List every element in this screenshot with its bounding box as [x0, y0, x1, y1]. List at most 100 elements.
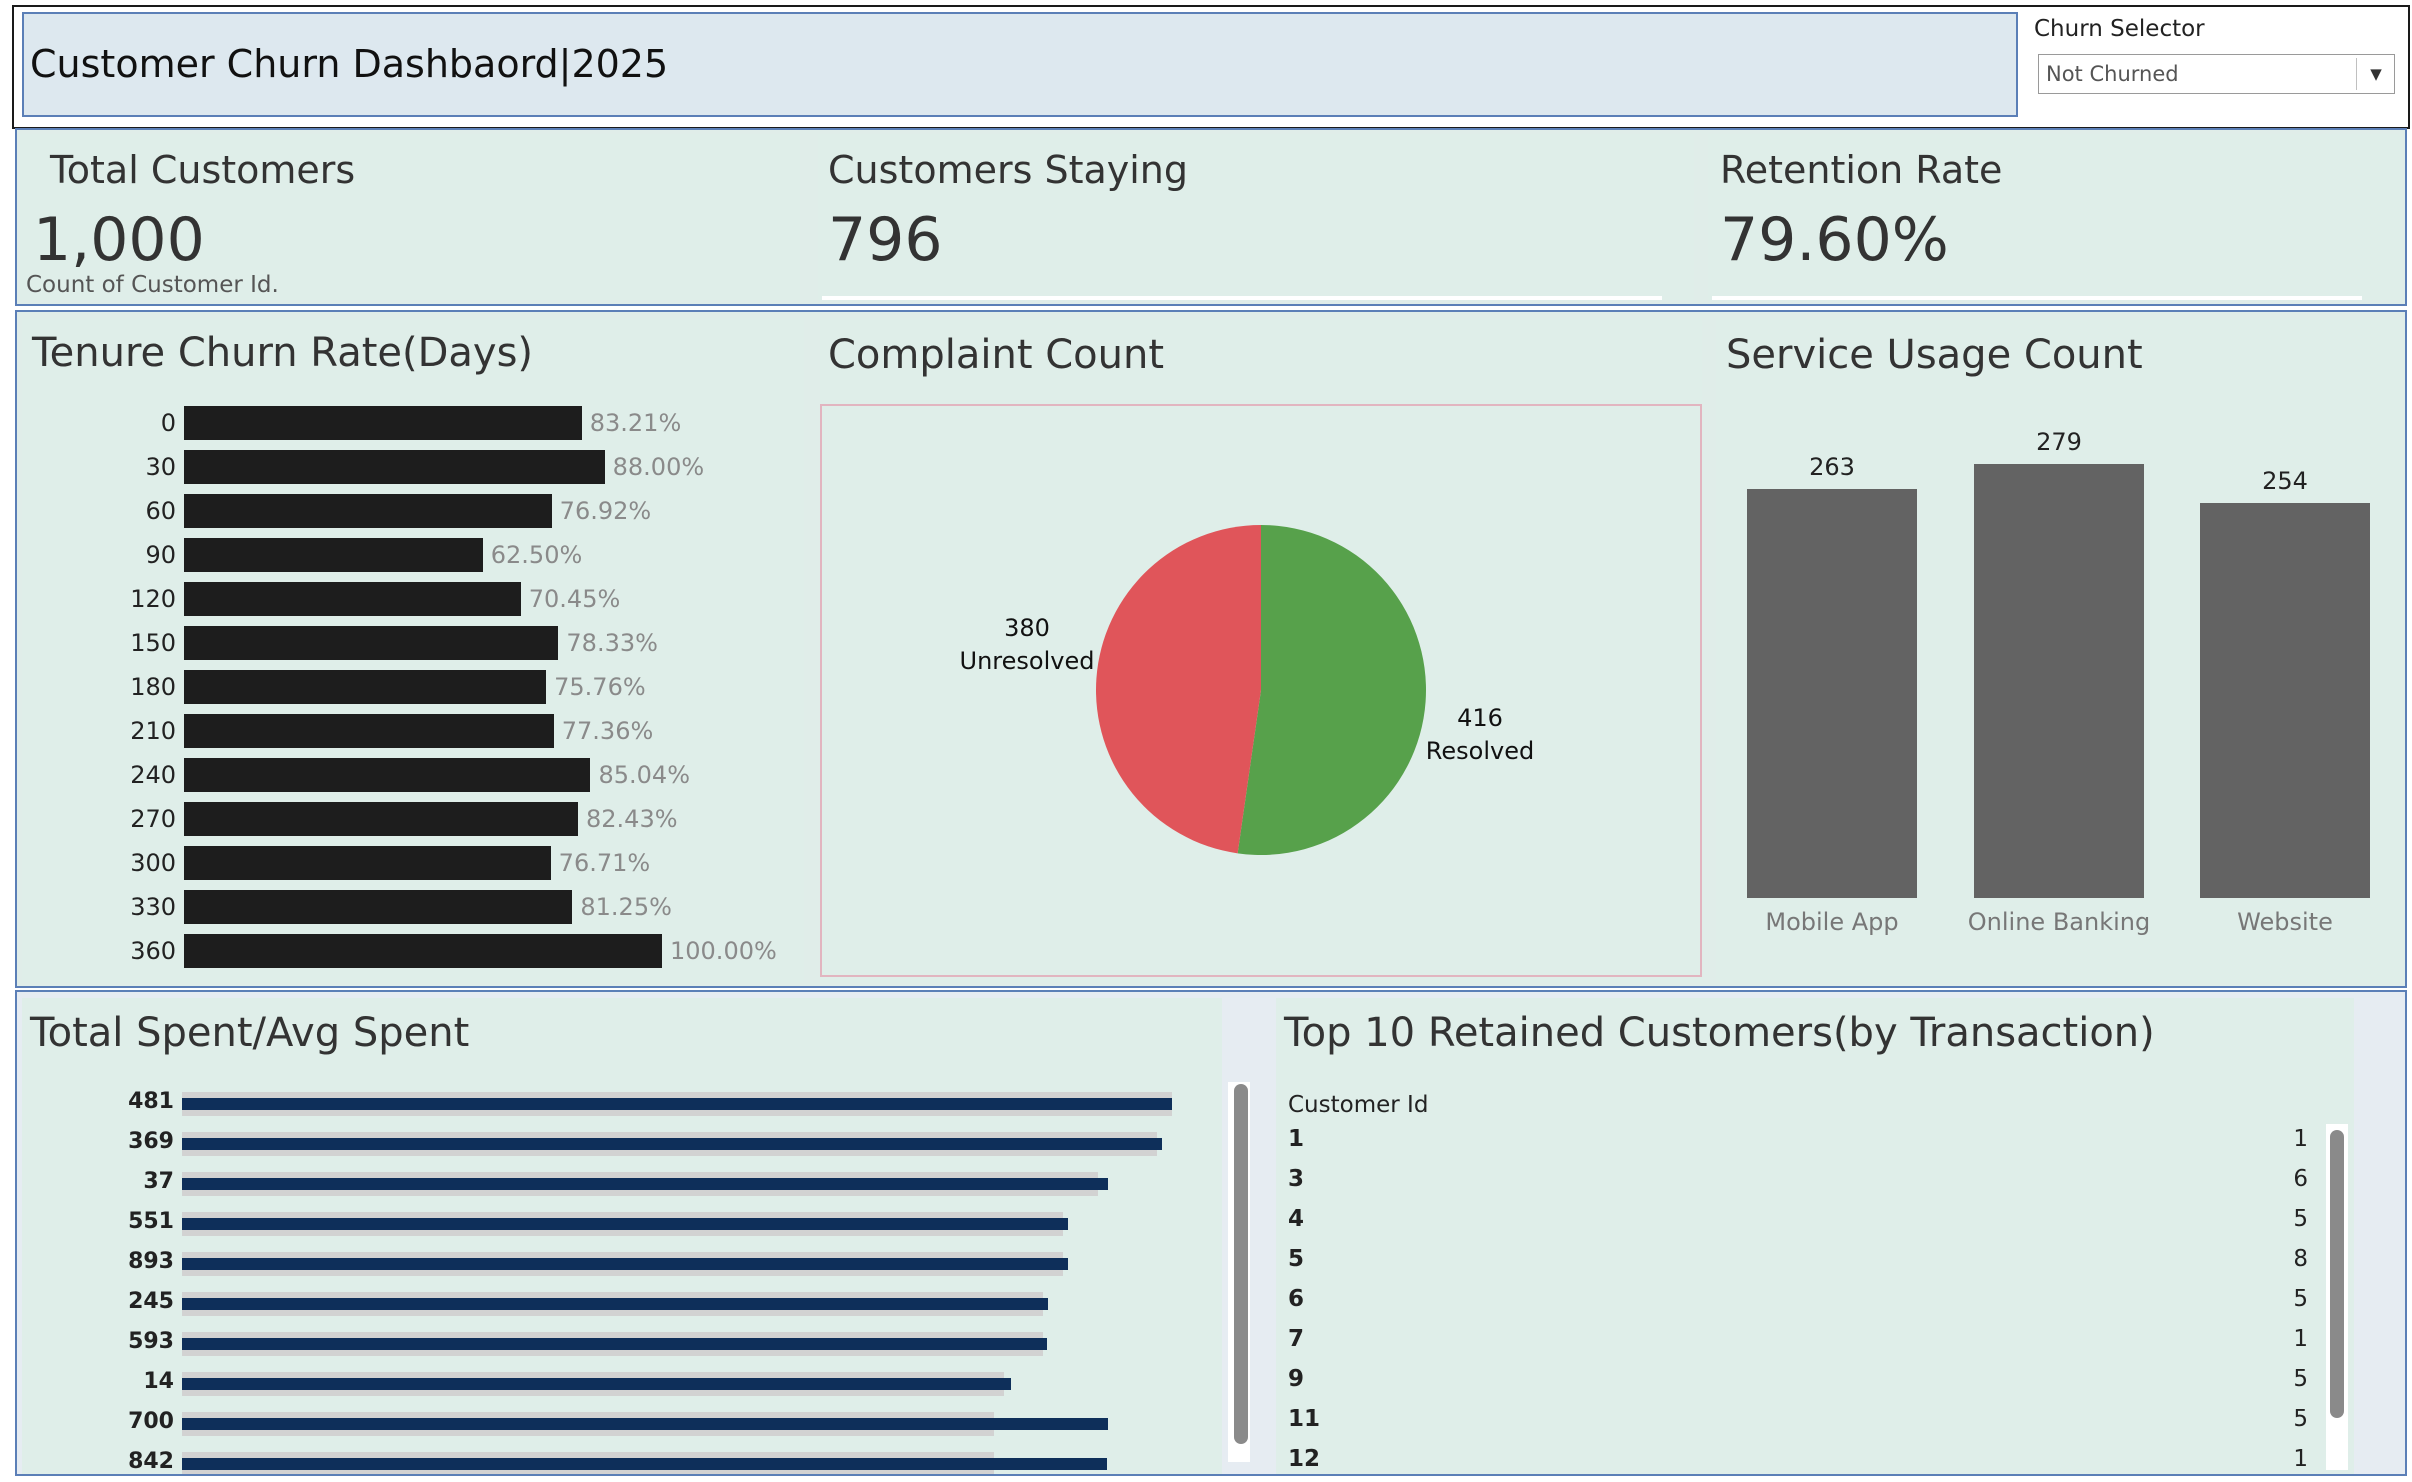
table-row[interactable]: 65: [1276, 1286, 2320, 1326]
service-value-label: 263: [1809, 452, 1855, 481]
tenure-bar[interactable]: [184, 538, 483, 572]
transaction-count-cell: 5: [2293, 1206, 2308, 1232]
table-row[interactable]: 11: [1276, 1126, 2320, 1166]
table-row[interactable]: 36: [1276, 1166, 2320, 1206]
tenure-bar[interactable]: [184, 802, 578, 836]
transaction-count-cell: 1: [2293, 1326, 2308, 1352]
transaction-count-cell: 1: [2293, 1126, 2308, 1152]
total-spent-bar[interactable]: [182, 1338, 1048, 1350]
service-bar[interactable]: [1974, 464, 2144, 898]
total-spent-bar[interactable]: [182, 1378, 1011, 1390]
total-spent-bar[interactable]: [182, 1178, 1108, 1190]
table-row[interactable]: 12 1: [1276, 1446, 2320, 1470]
total-spent-bar[interactable]: [182, 1218, 1069, 1230]
pie-label-unresolved: 380 Unresolved: [952, 612, 1102, 678]
scrollbar-thumb[interactable]: [1234, 1084, 1248, 1444]
service-usage-chart[interactable]: 263 Mobile App 279 Online Banking 254 Website: [1718, 404, 2398, 978]
tenure-row: 0 83.21%: [24, 406, 802, 450]
tenure-value-label: 83.21%: [589, 409, 682, 437]
customer-id-cell: 9: [1288, 1366, 1305, 1392]
tenure-value-label: 85.04%: [598, 761, 690, 789]
spent-row: 842: [22, 1446, 1222, 1474]
spent-row: 700: [22, 1406, 1222, 1446]
tenure-value-label: 82.43%: [586, 805, 678, 833]
tenure-bar[interactable]: [184, 582, 521, 616]
pie-slice-unresolved[interactable]: [1096, 525, 1261, 854]
total-spent-bar[interactable]: [182, 1098, 1172, 1110]
total-spent-bar[interactable]: [182, 1258, 1069, 1270]
scrollbar-thumb[interactable]: [2330, 1130, 2344, 1418]
total-spent-chart[interactable]: 481 369 37 551 893 245 593 14 700 842: [22, 1082, 1222, 1474]
churn-selector-label: Churn Selector: [2034, 16, 2205, 42]
total-spent-bar[interactable]: [182, 1418, 1108, 1430]
customer-id-cell: 1: [1288, 1126, 1305, 1152]
pie-slice-resolved[interactable]: [1237, 525, 1427, 855]
tenure-churn-chart[interactable]: 0 83.21% 30 88.00% 60 76.92% 90 62.50% 120 70.45%…: [24, 398, 802, 978]
tenure-row: 180 75.76%: [24, 670, 802, 714]
column-header: Customer Id: [1288, 1092, 1429, 1118]
customer-id-cell: 6: [1288, 1286, 1305, 1312]
complaint-pie-chart[interactable]: [822, 406, 1700, 975]
transaction-count-cell: 8: [2293, 1246, 2308, 1272]
spent-row: 593: [22, 1326, 1222, 1366]
service-category-label: Mobile App: [1765, 908, 1899, 936]
tenure-row: 360 100.00%: [24, 934, 802, 978]
spent-row: 893: [22, 1246, 1222, 1286]
pie-name-resolved: Resolved: [1425, 737, 1535, 765]
tenure-bar[interactable]: [184, 626, 559, 660]
panel-title: Total Spent/Avg Spent: [30, 1010, 470, 1056]
table-row[interactable]: 58: [1276, 1246, 2320, 1286]
spent-category-label: 893: [128, 1249, 174, 1274]
tenure-bar[interactable]: [184, 714, 554, 748]
churn-selector-value[interactable]: Not Churned: [2046, 62, 2179, 86]
service-value-label: 254: [2262, 466, 2308, 495]
total-spent-bar[interactable]: [182, 1458, 1107, 1470]
service-category-label: Online Banking: [1967, 908, 2151, 936]
service-value-label: 279: [2036, 428, 2082, 456]
kpi-divider: [822, 296, 1662, 300]
tenure-bar[interactable]: [184, 846, 551, 880]
table-row[interactable]: 95: [1276, 1366, 2320, 1406]
spent-row: 37: [22, 1166, 1222, 1206]
tenure-category-label: 240: [130, 761, 176, 789]
pie-label-resolved: 416 Resolved: [1420, 702, 1540, 768]
tenure-bar[interactable]: [184, 494, 552, 528]
spent-category-label: 14: [143, 1369, 174, 1394]
service-bar[interactable]: [1747, 488, 1917, 898]
tenure-bar[interactable]: [184, 670, 547, 704]
tenure-value-label: 100.00%: [670, 937, 777, 965]
table-row[interactable]: 45: [1276, 1206, 2320, 1246]
tenure-bar[interactable]: [184, 758, 591, 792]
table-row[interactable]: 11 5: [1276, 1406, 2320, 1446]
tenure-category-label: 360: [130, 937, 176, 965]
tenure-bar[interactable]: [184, 406, 582, 440]
kpi-value: 796: [828, 205, 943, 275]
tenure-row: 60 76.92%: [24, 494, 802, 538]
tenure-value-label: 78.33%: [566, 629, 658, 657]
tenure-category-label: 90: [145, 541, 176, 569]
tenure-category-label: 0: [160, 409, 176, 437]
customer-id-cell: 5: [1288, 1246, 1305, 1272]
pie-value-resolved: 416: [1457, 704, 1503, 732]
panel-title: Tenure Churn Rate(Days): [32, 330, 534, 376]
spent-row: 245: [22, 1286, 1222, 1326]
tenure-row: 30 88.00%: [24, 450, 802, 494]
tenure-bar[interactable]: [184, 934, 662, 968]
customer-id-cell: 11: [1288, 1406, 1321, 1432]
tenure-category-label: 300: [130, 849, 176, 877]
transaction-count-cell: 5: [2293, 1286, 2308, 1312]
spent-category-label: 245: [128, 1289, 174, 1314]
tenure-bar[interactable]: [184, 450, 605, 484]
tenure-row: 330 81.25%: [24, 890, 802, 934]
spent-row: 369: [22, 1126, 1222, 1166]
service-bar[interactable]: [2200, 502, 2370, 898]
total-spent-bar[interactable]: [182, 1298, 1049, 1310]
chevron-down-icon[interactable]: ▼: [2358, 54, 2394, 94]
spent-row: 14: [22, 1366, 1222, 1406]
table-row[interactable]: 71: [1276, 1326, 2320, 1366]
kpi-title: Retention Rate: [1720, 148, 2003, 192]
panel-title: Service Usage Count: [1726, 332, 2143, 378]
total-spent-bar[interactable]: [182, 1138, 1163, 1150]
tenure-category-label: 330: [130, 893, 176, 921]
tenure-bar[interactable]: [184, 890, 573, 924]
